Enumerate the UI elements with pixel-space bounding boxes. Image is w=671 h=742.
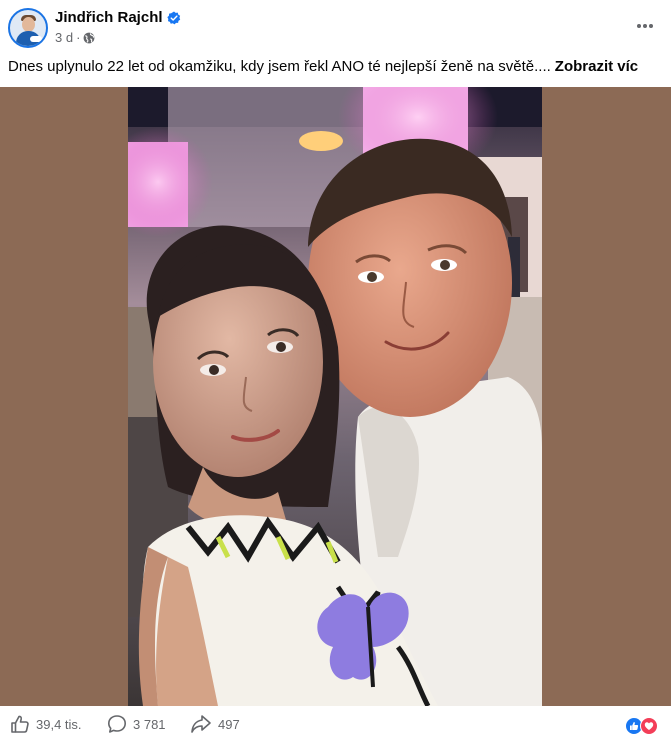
post-time[interactable]: 3 d [55, 30, 73, 45]
post-footer: 39,4 tis. 3 781 497 [0, 706, 671, 742]
comments-count: 3 781 [133, 716, 166, 732]
more-dots-icon [637, 24, 653, 28]
see-more-link[interactable]: Zobrazit víc [555, 58, 638, 75]
author-row: Jindřich Rajchl [55, 9, 181, 27]
share-arrow-icon [191, 715, 211, 733]
post-header: Jindřich Rajchl 3 d · [0, 0, 671, 52]
shares-count: 497 [218, 716, 240, 732]
like-button[interactable]: 39,4 tis. [10, 713, 82, 735]
share-button[interactable]: 497 [190, 713, 240, 735]
author-name[interactable]: Jindřich Rajchl [55, 9, 163, 27]
post-caption: Dnes uplynulo 22 let od okamžiku, kdy js… [8, 57, 668, 77]
comment-bubble-icon [108, 715, 126, 733]
thumbs-up-icon [11, 715, 29, 733]
globe-icon [84, 32, 95, 43]
post-photo-container[interactable] [0, 87, 671, 706]
caption-text: Dnes uplynulo 22 let od okamžiku, kdy js… [8, 58, 551, 75]
post-meta: 3 d · [55, 30, 95, 45]
author-avatar[interactable] [8, 8, 48, 48]
likes-count: 39,4 tis. [36, 716, 82, 732]
meta-separator: · [76, 30, 81, 45]
reaction-summary[interactable] [625, 717, 661, 735]
love-reaction-icon [640, 717, 658, 735]
post-options-button[interactable] [630, 12, 660, 40]
comment-button[interactable]: 3 781 [107, 713, 166, 735]
post-photo[interactable] [128, 87, 542, 706]
verified-badge-icon [166, 11, 180, 25]
